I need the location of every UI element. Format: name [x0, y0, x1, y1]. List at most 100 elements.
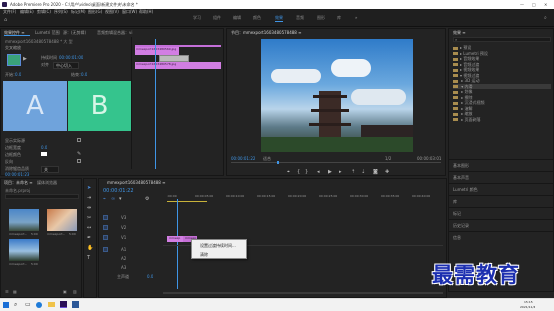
v1-source-patch[interactable]	[103, 235, 108, 240]
new-item-icon[interactable]: ▣	[63, 289, 67, 294]
workspace-tab-editing[interactable]: 编辑	[233, 15, 241, 21]
menu-window[interactable]: 窗口(W)	[122, 9, 137, 14]
step-back-icon[interactable]: ◂	[317, 169, 320, 175]
razor-tool-icon[interactable]: ✂	[87, 215, 91, 221]
tab-audio-clip-mixer[interactable]: 音频剪辑混合器：vi	[97, 30, 132, 36]
project-search-field[interactable]	[5, 194, 79, 199]
menu-view[interactable]: 视图(V)	[105, 9, 119, 14]
add-marker-icon[interactable]: ▾	[119, 196, 122, 202]
panel-history[interactable]: 历史记录	[449, 219, 554, 231]
play-transition-icon[interactable]: ▶	[23, 56, 27, 62]
panel-markers[interactable]: 标记	[449, 207, 554, 219]
panel-essential-graphics[interactable]: 基本图形	[449, 159, 554, 171]
extract-icon[interactable]: ⇣	[361, 169, 365, 175]
panel-libraries[interactable]: 库	[449, 195, 554, 207]
align-select[interactable]: 中心切入	[53, 62, 79, 69]
end-value[interactable]: 0.0	[81, 72, 87, 77]
minimize-button[interactable]: —	[520, 2, 526, 7]
v3-source-patch[interactable]	[103, 215, 108, 220]
maximize-button[interactable]: □	[532, 2, 538, 7]
play-icon[interactable]: ▶	[328, 169, 332, 175]
timeline-scrollbar[interactable]	[163, 292, 443, 294]
border-color-swatch[interactable]	[41, 152, 47, 156]
tab-project[interactable]: 项目：未命名 ≡	[4, 180, 33, 186]
tab-source[interactable]: 源：(无剪辑)	[63, 30, 86, 36]
tab-effects[interactable]: 效果 ≡	[453, 30, 466, 36]
fit-select[interactable]: 适合	[263, 156, 271, 161]
settings-icon[interactable]: ✚	[385, 169, 389, 175]
out-point-icon[interactable]: }	[305, 169, 308, 175]
show-actual-sources-checkbox[interactable]	[77, 138, 81, 142]
work-area-bar[interactable]	[167, 201, 207, 202]
menu-clip[interactable]: 剪辑(C)	[37, 9, 51, 14]
type-tool-icon[interactable]: T	[87, 255, 90, 261]
word-taskbar-icon[interactable]	[72, 301, 79, 308]
workspace-tab-learn[interactable]: 学习	[193, 15, 201, 21]
workspace-tab-graphics[interactable]: 图形	[317, 15, 325, 21]
menu-graphics[interactable]: 图形(G)	[88, 9, 102, 14]
program-scrubber[interactable]	[231, 162, 441, 163]
task-view-icon[interactable]: ▭	[25, 301, 31, 308]
in-point-icon[interactable]: {	[297, 169, 300, 175]
v2-source-patch[interactable]	[103, 225, 108, 230]
slip-tool-icon[interactable]: ↔	[87, 225, 91, 231]
ripple-edit-icon[interactable]: ⇹	[87, 205, 91, 211]
icon-view-icon[interactable]: ▦	[13, 289, 17, 294]
tab-program-monitor[interactable]: 节目：mmexport1603480578488 ≡	[231, 30, 301, 36]
search-icon[interactable]: ⌕	[544, 15, 547, 21]
workspace-tab-assembly[interactable]: 组件	[213, 15, 221, 21]
workspace-tab-effects[interactable]: 效果	[275, 15, 283, 22]
master-value[interactable]: 0.0	[147, 274, 153, 279]
workspace-tab-color[interactable]: 颜色	[253, 15, 261, 21]
reverse-checkbox[interactable]	[77, 159, 81, 163]
search-taskbar-icon[interactable]: ⌕	[14, 301, 17, 309]
tab-lumetri-scopes[interactable]: Lumetri 范围	[35, 30, 60, 36]
antialias-value[interactable]: 关	[41, 166, 59, 173]
border-width-value[interactable]: 0.0	[41, 145, 47, 150]
effects-search-field[interactable]: ⌕	[453, 37, 551, 42]
tree-item[interactable]: ▸ 页面剥落	[453, 117, 551, 123]
premiere-taskbar-icon[interactable]	[60, 301, 67, 308]
marker-icon[interactable]: ⌖	[287, 169, 290, 175]
resolution-select[interactable]: 1/2	[385, 156, 391, 161]
menu-item-clear[interactable]: 清除	[192, 250, 246, 259]
linked-selection-icon[interactable]: ∞	[111, 196, 115, 202]
wrench-icon[interactable]: ⚙	[145, 196, 149, 202]
media-thumb-2[interactable]	[47, 209, 77, 231]
duration-value[interactable]: 00:00:01:00	[59, 55, 83, 60]
menu-file[interactable]: 文件(F)	[3, 9, 16, 14]
tab-timeline[interactable]: mmexport1603480578488 ≡	[107, 180, 165, 185]
track-select-icon[interactable]: ⇥	[87, 195, 91, 201]
hand-tool-icon[interactable]: ✋	[87, 245, 93, 251]
edge-browser-icon[interactable]	[36, 302, 42, 308]
workspace-menu-icon[interactable]: »	[355, 15, 357, 20]
pen-tool-icon[interactable]: ✒	[87, 235, 91, 241]
file-explorer-icon[interactable]	[48, 302, 55, 307]
program-timecode[interactable]: 00:00:01:22	[231, 156, 255, 161]
tab-media-browser[interactable]: 媒体浏览器	[37, 180, 57, 186]
snap-icon[interactable]: ⌁	[103, 196, 106, 202]
menu-help[interactable]: 帮助(H)	[139, 9, 153, 14]
close-button[interactable]: ✕	[544, 2, 550, 7]
selection-tool-icon[interactable]: ➤	[87, 185, 91, 191]
menu-sequence[interactable]: 序列(S)	[54, 9, 68, 14]
timeline-clip-a[interactable]: mmexp	[167, 236, 183, 242]
panel-essential-sound[interactable]: 基本声音	[449, 171, 554, 183]
program-playhead[interactable]	[277, 161, 279, 164]
trash-icon[interactable]: ▥	[73, 289, 77, 294]
home-icon[interactable]: ⌂	[4, 17, 7, 23]
step-forward-icon[interactable]: ▸	[339, 169, 342, 175]
timeline-timecode[interactable]: 00:00:01:22	[103, 188, 134, 194]
media-thumb-3[interactable]	[9, 239, 39, 261]
mini-playhead[interactable]	[155, 39, 156, 169]
media-thumb-1[interactable]	[9, 209, 39, 231]
a1-source-patch[interactable]	[103, 247, 108, 252]
list-view-icon[interactable]: ☰	[5, 289, 9, 294]
panel-lumetri-color[interactable]: Lumetri 颜色	[449, 183, 554, 195]
timeline-playhead[interactable]	[177, 199, 178, 289]
workspace-tab-libraries[interactable]: 库	[337, 15, 341, 21]
start-value[interactable]: 0.0	[15, 72, 21, 77]
menu-item-set-duration[interactable]: 设置过渡持续时间...	[192, 240, 246, 250]
lift-icon[interactable]: ⇡	[351, 169, 355, 175]
export-frame-icon[interactable]: ◙	[373, 169, 378, 175]
